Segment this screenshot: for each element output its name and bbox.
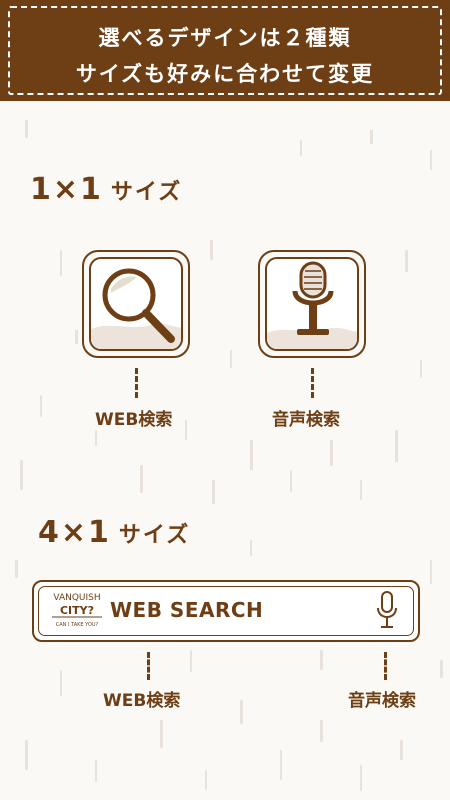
section-title-4x1: 4×1 サイズ [38,515,190,550]
logo-bottom-text: CAN I TAKE YOU? [56,622,99,628]
voice-search-icon-widget[interactable] [258,250,366,358]
section-size-4x1: 4×1 [38,515,111,550]
web-search-caption-4x1: WEB検索 [103,691,181,711]
voice-search-connector-4x1 [384,652,387,680]
voice-search-connector [311,368,314,398]
background-texture [15,120,443,791]
header-line-1: 選べるデザインは２種類 [98,26,352,50]
header-banner: 選べるデザインは２種類 サイズも好みに合わせて変更 [0,0,450,101]
vanquish-logo: VANQUISH CITY? CAN I TAKE YOU? [52,593,102,628]
web-search-icon-inner [89,257,183,351]
voice-search-caption: 音声検索 [272,410,340,430]
web-search-connector-4x1 [147,652,150,680]
section-title-1x1: 1×1 サイズ [30,172,182,207]
logo-mid-text: CITY? [60,604,94,617]
web-search-connector [135,368,138,398]
section-size-1x1: 1×1 [30,172,103,207]
logo-top-text: VANQUISH [53,593,100,603]
microphone-icon [267,261,357,349]
section-size-label: サイズ [118,523,191,548]
section-size-label: サイズ [110,180,183,205]
web-search-caption: WEB検索 [95,410,173,430]
web-search-icon-widget[interactable] [82,250,190,358]
voice-search-caption-4x1: 音声検索 [348,691,416,711]
magnifier-icon [91,268,181,349]
header-line-2: サイズも好みに合わせて変更 [75,62,375,86]
microphone-icon[interactable] [374,590,400,632]
search-bar-widget[interactable]: VANQUISH CITY? CAN I TAKE YOU? WEB SEARC… [32,580,420,642]
voice-search-icon-inner [265,257,359,351]
web-search-text[interactable]: WEB SEARCH [110,598,263,622]
